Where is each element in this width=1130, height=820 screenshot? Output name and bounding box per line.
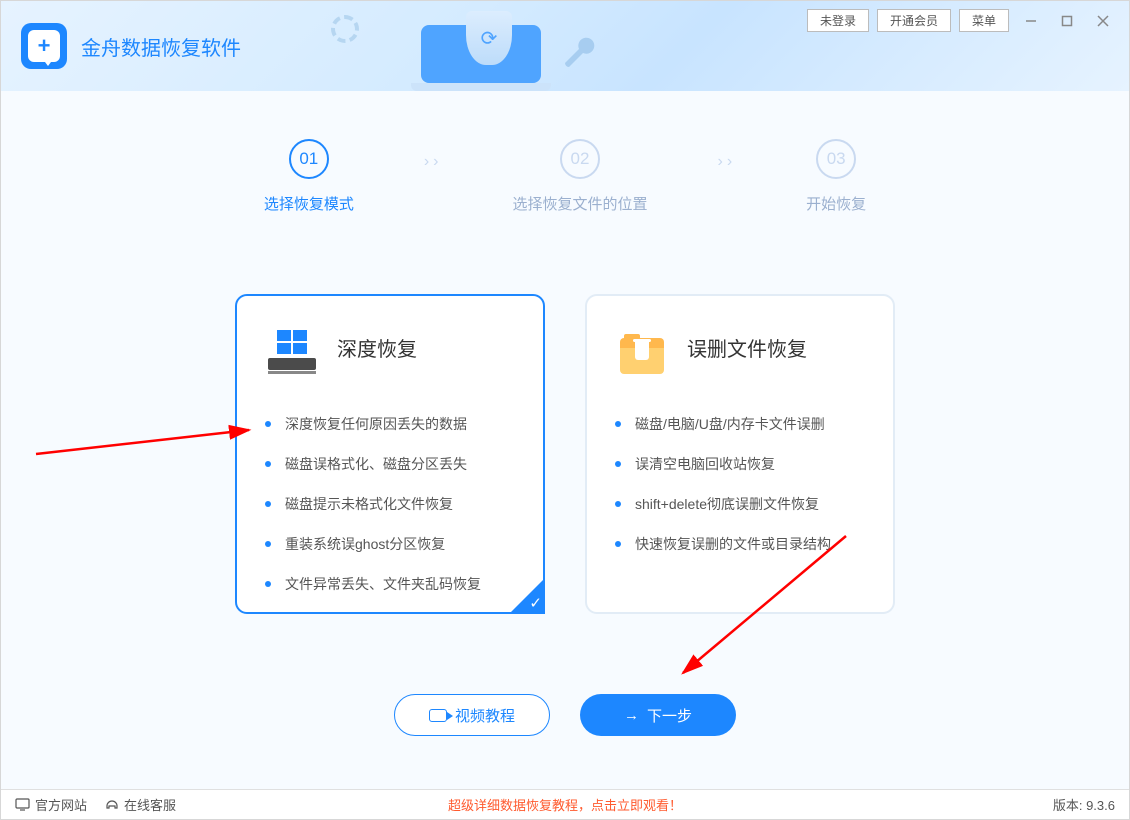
arrow-right-icon: → — [624, 707, 639, 724]
card-deleted-recovery[interactable]: 误删文件恢复 磁盘/电脑/U盘/内存卡文件误删 误清空电脑回收站恢复 shift… — [585, 294, 895, 614]
video-tutorial-label: 视频教程 — [455, 705, 515, 726]
step-1-label: 选择恢复模式 — [264, 193, 354, 214]
online-support-link[interactable]: 在线客服 — [105, 795, 176, 814]
card-deep-title: 深度恢复 — [337, 333, 417, 362]
video-tutorial-button[interactable]: 视频教程 — [394, 694, 550, 736]
list-item: 磁盘/电脑/U盘/内存卡文件误删 — [615, 404, 865, 444]
action-row: 视频教程 → 下一步 — [1, 694, 1129, 736]
login-button[interactable]: 未登录 — [807, 9, 869, 32]
gear-decoration-icon — [331, 15, 359, 43]
step-1-circle: 01 — [289, 139, 329, 179]
next-button-label: 下一步 — [647, 705, 692, 726]
step-3: 03 开始恢复 — [806, 139, 866, 214]
step-arrow-icon: ›› — [718, 153, 737, 171]
app-header: ⟳ + 金舟数据恢复软件 未登录 开通会员 菜单 — [1, 1, 1129, 91]
step-1: 01 选择恢复模式 — [264, 139, 354, 214]
wrench-decoration-icon — [561, 35, 601, 75]
shield-decoration-icon: ⟳ — [466, 11, 512, 65]
list-item: 文件异常丢失、文件夹乱码恢复 — [265, 564, 515, 604]
version-label: 版本: 9.3.6 — [1053, 795, 1115, 814]
folder-trash-icon — [615, 320, 669, 374]
headset-icon — [105, 798, 119, 812]
footer-bar: 官方网站 在线客服 超级详细数据恢复教程，点击立即观看！ 版本: 9.3.6 — [1, 789, 1129, 819]
step-3-circle: 03 — [816, 139, 856, 179]
step-2-circle: 02 — [560, 139, 600, 179]
mode-cards: 深度恢复 深度恢复任何原因丢失的数据 磁盘误格式化、磁盘分区丢失 磁盘提示未格式… — [1, 294, 1129, 614]
footer-promo-link[interactable]: 超级详细数据恢复教程，点击立即观看！ — [448, 795, 682, 814]
list-item: 深度恢复任何原因丢失的数据 — [265, 404, 515, 444]
menu-button[interactable]: 菜单 — [959, 9, 1009, 32]
step-2-label: 选择恢复文件的位置 — [512, 193, 647, 214]
close-button[interactable] — [1089, 10, 1117, 32]
video-icon — [429, 709, 447, 722]
list-item: 磁盘误格式化、磁盘分区丢失 — [265, 444, 515, 484]
list-item: 快速恢复误删的文件或目录结构 — [615, 524, 865, 564]
card-deleted-title: 误删文件恢复 — [687, 333, 807, 362]
disk-icon — [265, 320, 319, 374]
list-item: 磁盘提示未格式化文件恢复 — [265, 484, 515, 524]
official-site-link[interactable]: 官方网站 — [15, 795, 87, 814]
open-vip-button[interactable]: 开通会员 — [877, 9, 951, 32]
step-2: 02 选择恢复文件的位置 — [512, 139, 647, 214]
next-button[interactable]: → 下一步 — [580, 694, 736, 736]
selected-check-icon — [509, 578, 545, 614]
step-3-label: 开始恢复 — [806, 193, 866, 214]
titlebar-right: 未登录 开通会员 菜单 — [807, 9, 1117, 32]
maximize-button[interactable] — [1053, 10, 1081, 32]
list-item: 误清空电脑回收站恢复 — [615, 444, 865, 484]
card-deep-recovery[interactable]: 深度恢复 深度恢复任何原因丢失的数据 磁盘误格式化、磁盘分区丢失 磁盘提示未格式… — [235, 294, 545, 614]
minimize-button[interactable] — [1017, 10, 1045, 32]
card-deep-list: 深度恢复任何原因丢失的数据 磁盘误格式化、磁盘分区丢失 磁盘提示未格式化文件恢复… — [265, 404, 515, 604]
monitor-icon — [15, 798, 30, 811]
app-logo-icon: + — [21, 23, 67, 69]
card-deleted-list: 磁盘/电脑/U盘/内存卡文件误删 误清空电脑回收站恢复 shift+delete… — [615, 404, 865, 564]
step-arrow-icon: ›› — [424, 153, 443, 171]
list-item: shift+delete彻底误删文件恢复 — [615, 484, 865, 524]
app-title: 金舟数据恢复软件 — [81, 32, 241, 61]
list-item: 重装系统误ghost分区恢复 — [265, 524, 515, 564]
step-indicator: 01 选择恢复模式 ›› 02 选择恢复文件的位置 ›› 03 开始恢复 — [1, 139, 1129, 214]
